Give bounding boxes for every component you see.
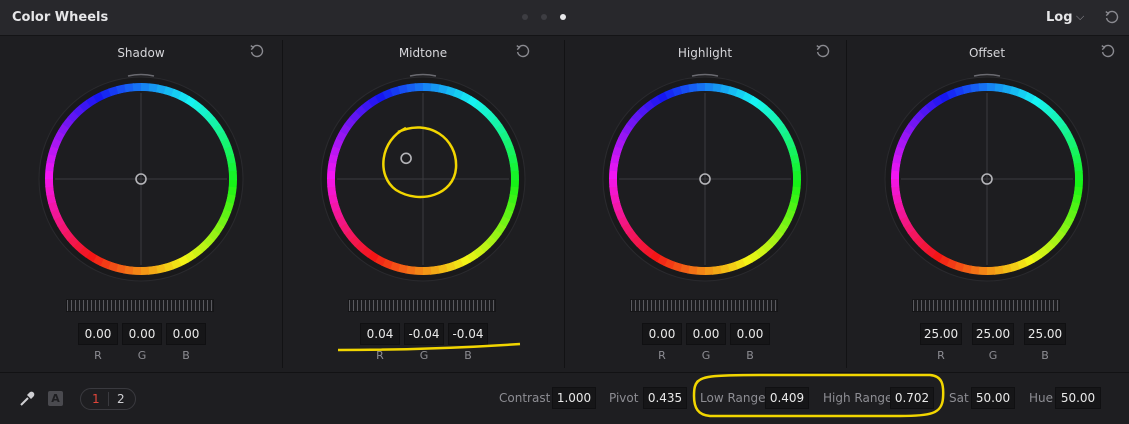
footer-bar: A 1 2 Contrast 1.000 Pivot 0.435 Low Ran… [0,372,1129,424]
color-wheel[interactable] [0,73,282,285]
contrast-label: Contrast [499,391,551,405]
wheel-panel-midtone: Midtone 0.04 R -0.04 G -0.04 B [282,37,564,370]
channel-label-b: B [182,349,190,362]
value-field-r[interactable]: 25.00 [920,323,962,345]
hue-label: Hue [1029,391,1054,405]
master-wheel-slider[interactable] [66,299,214,312]
master-wheel-slider[interactable] [912,299,1060,312]
auto-balance-button[interactable]: A [48,391,63,406]
value-field-b[interactable]: -0.04 [448,323,488,345]
wheel-label: Highlight [677,46,733,60]
reset-icon[interactable] [515,43,531,59]
value-field-b[interactable]: 25.00 [1024,323,1066,345]
hue-field[interactable]: 50.00 [1055,387,1101,409]
channel-label-g: G [701,349,711,362]
page-1-button[interactable]: 1 [92,392,100,406]
pivot-label: Pivot [609,391,639,405]
color-wheel[interactable] [564,73,846,285]
page-dot-2[interactable] [541,14,547,20]
channel-label-g: G [988,349,998,362]
reset-all-icon[interactable] [1104,9,1120,25]
value-field-b[interactable]: 0.00 [730,323,770,345]
reset-icon[interactable] [1100,43,1116,59]
reset-icon[interactable] [815,43,831,59]
channel-label-r: R [94,349,102,362]
eyedropper-icon[interactable] [18,390,36,408]
value-field-g[interactable]: 0.00 [686,323,726,345]
page-dot-3[interactable] [560,14,566,20]
channel-label-b: B [746,349,754,362]
contrast-field[interactable]: 1.000 [552,387,596,409]
value-field-g[interactable]: 25.00 [972,323,1014,345]
value-field-b[interactable]: 0.00 [166,323,206,345]
divider [282,40,283,368]
page-selector: 1 2 [80,388,136,410]
color-wheel[interactable] [282,73,564,285]
panel-title: Color Wheels [12,10,109,25]
reset-icon[interactable] [249,43,265,59]
channel-label-r: R [376,349,384,362]
high-range-label: High Range [823,391,893,405]
color-wheel[interactable] [846,73,1128,285]
high-range-field[interactable]: 0.702 [890,387,934,409]
channel-label-b: B [1041,349,1049,362]
divider [108,392,109,406]
mode-dropdown[interactable]: Log [1046,10,1073,25]
channel-label-r: R [658,349,666,362]
pivot-field[interactable]: 0.435 [643,387,687,409]
master-wheel-slider[interactable] [630,299,778,312]
sat-label: Sat [949,391,969,405]
value-field-r[interactable]: 0.00 [78,323,118,345]
wheel-panel-offset: Offset 25.00 R 25.00 G 25.00 B [846,37,1128,370]
page-2-button[interactable]: 2 [117,392,125,406]
channel-label-b: B [464,349,472,362]
wheel-label: Offset [968,46,1006,60]
value-field-g[interactable]: -0.04 [404,323,444,345]
wheel-panel-highlight: Highlight 0.00 R 0.00 G 0.00 B [564,37,846,370]
channel-label-g: G [419,349,429,362]
value-field-g[interactable]: 0.00 [122,323,162,345]
value-field-r[interactable]: 0.00 [642,323,682,345]
divider [564,40,565,368]
wheel-panel-shadow: Shadow 0.00 R 0.00 G 0.00 B [0,37,282,370]
value-field-r[interactable]: 0.04 [360,323,400,345]
channel-label-g: G [137,349,147,362]
sat-field[interactable]: 50.00 [971,387,1015,409]
divider [846,40,847,368]
master-wheel-slider[interactable] [348,299,496,312]
channel-label-r: R [937,349,945,362]
page-dot-1[interactable] [522,14,528,20]
low-range-label: Low Range [700,391,766,405]
panel-header: Color Wheels Log ⌵ [0,0,1129,36]
chevron-down-icon[interactable]: ⌵ [1076,10,1084,24]
low-range-field[interactable]: 0.409 [765,387,809,409]
wheel-label: Shadow [117,46,165,60]
